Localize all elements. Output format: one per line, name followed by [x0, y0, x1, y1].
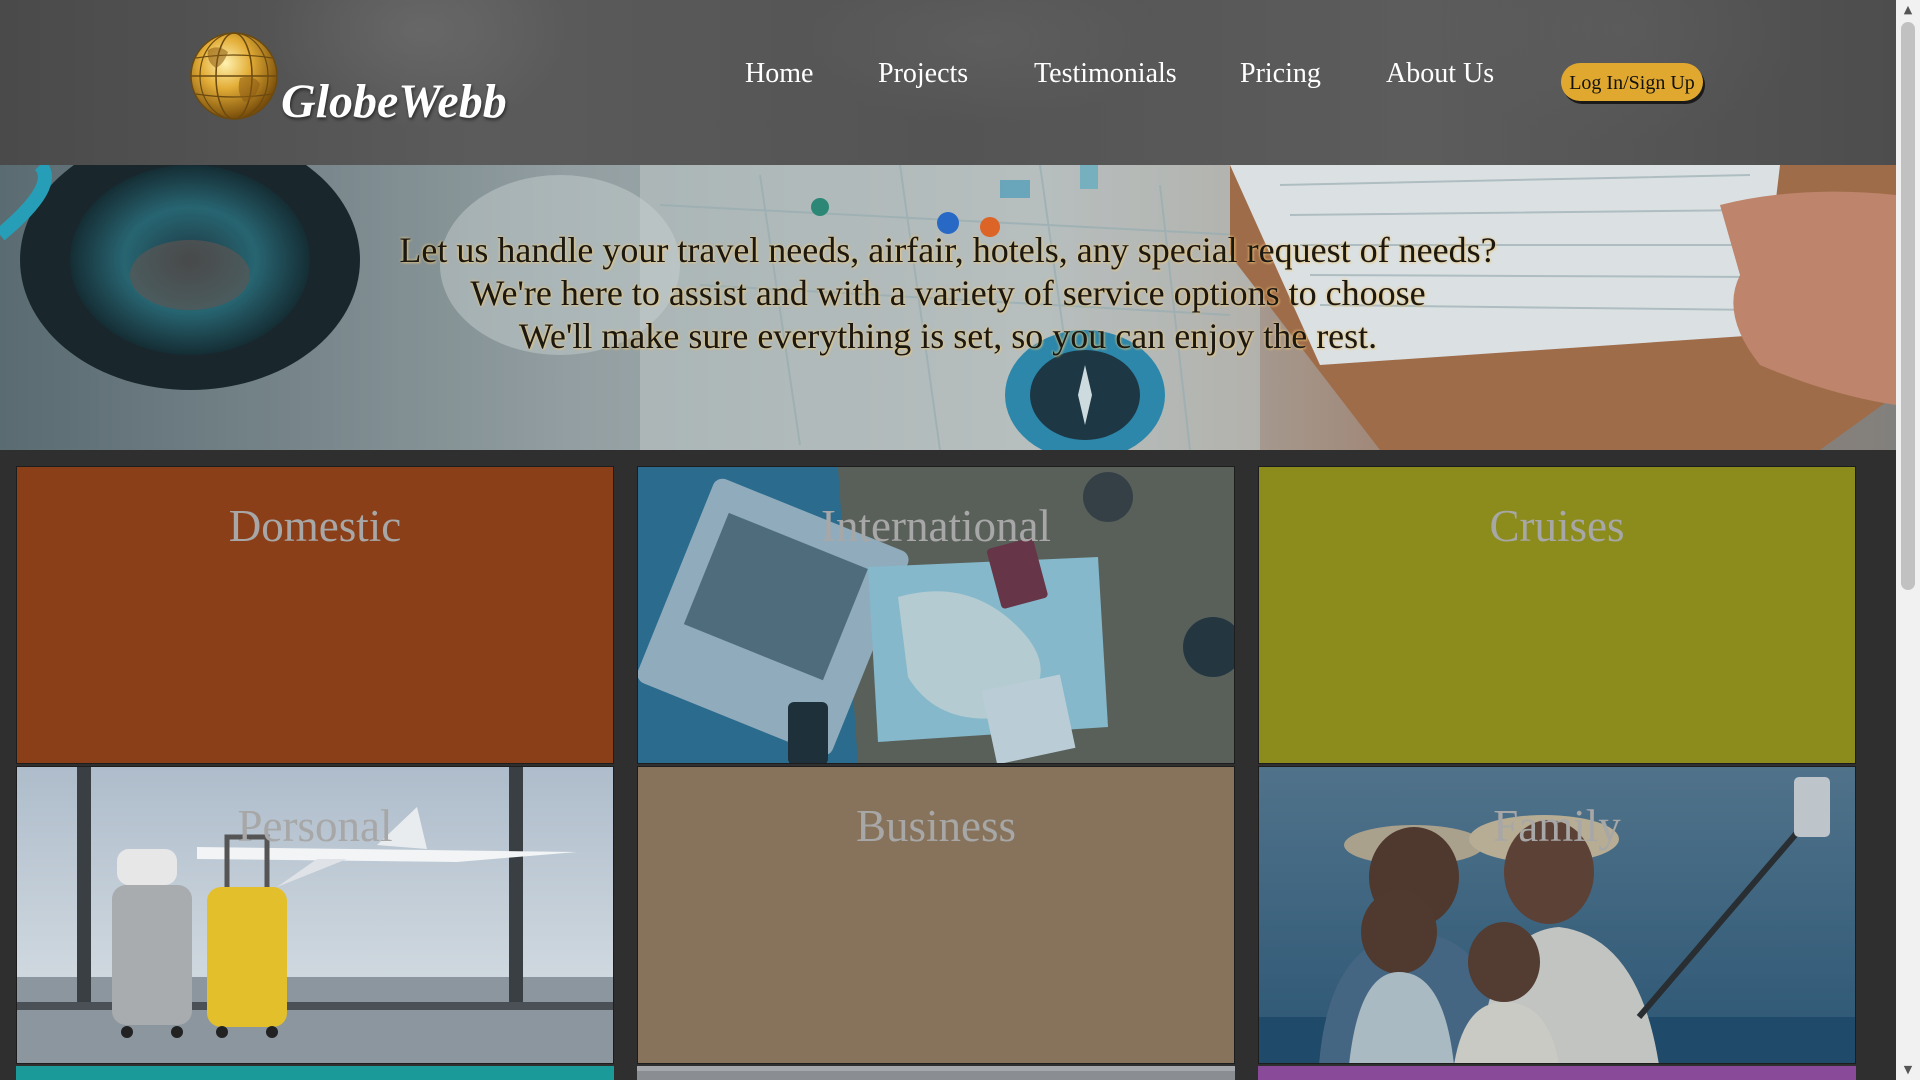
tile-title-business: Business — [855, 801, 1017, 851]
row3-right-tile-background — [1258, 1066, 1856, 1080]
tile-personal[interactable]: Personal — [16, 766, 614, 1064]
tile-title-international: International — [821, 501, 1051, 551]
tile-cruises[interactable]: Cruises — [1258, 466, 1856, 764]
service-tile-grid: Domestic International Cruises Personal … — [0, 450, 1896, 1080]
row3-left-tile-background — [16, 1066, 614, 1080]
hero-line-2: We're here to assist and with a variety … — [470, 273, 1426, 313]
tile-title-cruises: Cruises — [1489, 501, 1625, 551]
tile-international[interactable]: International — [637, 466, 1235, 764]
tile-domestic[interactable]: Domestic — [16, 466, 614, 764]
tile-row3-left[interactable] — [16, 1066, 614, 1080]
site-header: GlobeWebb Home Projects Testimonials Pri… — [0, 0, 1896, 165]
golden-globe-icon — [190, 32, 278, 120]
hero-banner: Let us handle your travel needs, airfair… — [0, 165, 1896, 450]
hero-line-3: We'll make sure everything is set, so yo… — [518, 316, 1378, 356]
page-scrollbar[interactable]: ▲ ▼ — [1896, 0, 1920, 1080]
nav-projects-link[interactable]: Projects — [878, 58, 968, 90]
tile-title-domestic: Domestic — [228, 501, 402, 551]
tile-title-personal: Personal — [237, 801, 393, 851]
brand-logo[interactable]: GlobeWebb — [188, 30, 518, 130]
nav-testimonials-link[interactable]: Testimonials — [1034, 58, 1177, 90]
scroll-up-arrow-icon[interactable]: ▲ — [1896, 0, 1920, 20]
tile-family[interactable]: Family — [1258, 766, 1856, 1064]
tile-row3-middle[interactable] — [637, 1066, 1235, 1080]
nav-about-us-link[interactable]: About Us — [1386, 58, 1494, 90]
hero-tagline: Let us handle your travel needs, airfair… — [0, 229, 1896, 358]
scrollbar-thumb[interactable] — [1901, 22, 1915, 590]
login-signup-button[interactable]: Log In/Sign Up — [1561, 63, 1703, 101]
brand-name: GlobeWebb — [281, 75, 507, 128]
tile-title-family: Family — [1493, 801, 1621, 851]
nav-pricing-link[interactable]: Pricing — [1240, 58, 1321, 90]
tile-business[interactable]: Business — [637, 766, 1235, 1064]
scroll-down-arrow-icon[interactable]: ▼ — [1896, 1060, 1920, 1080]
nav-home-link[interactable]: Home — [745, 58, 813, 90]
hero-line-1: Let us handle your travel needs, airfair… — [399, 230, 1497, 270]
row3-middle-tile-image — [637, 1066, 1235, 1080]
tile-row3-right[interactable] — [1258, 1066, 1856, 1080]
